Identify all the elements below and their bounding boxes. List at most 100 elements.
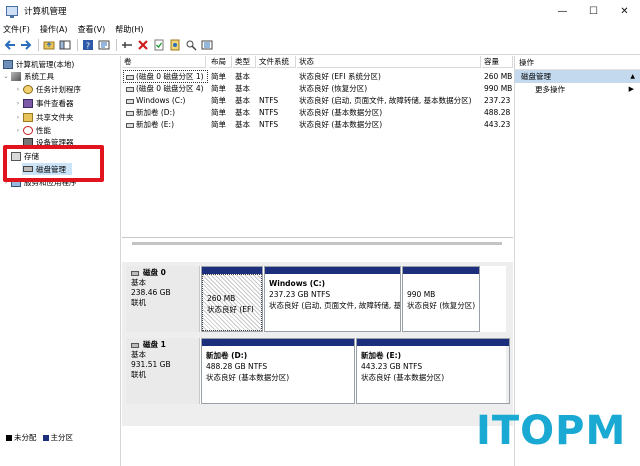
tree-item-root[interactable]: 计算机管理(本地)	[2, 58, 74, 70]
svg-text:?: ?	[86, 42, 90, 51]
volume-icon	[126, 110, 134, 116]
window-title: 计算机管理	[24, 7, 67, 17]
check-icon[interactable]	[152, 38, 166, 52]
table-cell: 状态良好 (基本数据分区)	[299, 108, 383, 117]
toolbar: ?	[0, 36, 640, 55]
performance-icon	[23, 125, 33, 135]
partition-d[interactable]: 新加卷 (D:) 488.28 GB NTFS 状态良好 (基本数据分区)	[201, 338, 355, 404]
delete-icon[interactable]	[136, 38, 150, 52]
disk-1-label[interactable]: 磁盘 1 基本 931.51 GB 联机	[126, 338, 200, 404]
disk-graphical-view: 磁盘 0 基本 238.46 GB 联机 260 MB 状态良好 (EFI Wi…	[122, 262, 513, 426]
table-cell: NTFS	[259, 96, 279, 105]
legend-swatch-primary	[42, 434, 49, 441]
partition-windows-c[interactable]: Windows (C:) 237.23 GB NTFS 状态良好 (启动, 页面…	[264, 266, 401, 332]
clock-icon	[23, 84, 33, 94]
watermark-logo: ITOPM	[476, 408, 627, 454]
table-cell: 基本	[235, 120, 250, 129]
computer-management-icon	[6, 6, 18, 18]
disk-icon	[131, 270, 139, 276]
horizontal-scrollbar[interactable]	[132, 242, 502, 245]
table-cell: 简单	[211, 96, 226, 105]
highlight-box	[3, 145, 104, 182]
menu-view[interactable]: 查看(V)	[78, 24, 106, 35]
actions-header: 操作	[515, 56, 640, 70]
partition-efi[interactable]: 260 MB 状态良好 (EFI	[201, 266, 263, 332]
table-cell: NTFS	[259, 108, 279, 117]
table-cell	[257, 83, 296, 94]
tree-item-shared-folders[interactable]: › 共享文件夹	[14, 111, 74, 123]
table-cell: 简单	[211, 84, 226, 93]
up-folder-icon[interactable]	[42, 38, 56, 52]
column-header-status[interactable]: 状态	[297, 56, 481, 68]
table-cell: 990 MB	[484, 84, 513, 93]
legend-swatch-unallocated	[6, 434, 12, 441]
volume-icon	[126, 122, 134, 128]
maximize-button[interactable]: ☐	[578, 0, 609, 22]
tools-icon	[11, 71, 21, 81]
tree-item-performance[interactable]: › 性能	[14, 124, 51, 136]
forward-icon[interactable]	[19, 38, 33, 52]
window-controls: — ☐ ✕	[547, 0, 640, 22]
actions-pane: 操作 磁盘管理 ▲ 更多操作 ▶	[514, 56, 640, 466]
expand-arrow-icon[interactable]: ›	[14, 127, 22, 134]
partition-e[interactable]: 新加卷 (E:) 443.23 GB NTFS 状态良好 (基本数据分区)	[356, 338, 510, 404]
table-cell: 简单	[211, 108, 226, 117]
minimize-button[interactable]: —	[547, 0, 578, 22]
more-actions[interactable]: 更多操作 ▶	[515, 83, 640, 96]
table-cell: 状态良好 (EFI 系统分区)	[299, 72, 381, 81]
table-cell: 基本	[235, 108, 250, 117]
volume-table: 卷 布局 类型 文件系统 状态 容量 (磁盘 0 磁盘分区 1) 简单 基本 状…	[122, 56, 513, 245]
volume-icon	[126, 74, 134, 80]
menu-file[interactable]: 文件(F)	[3, 24, 30, 35]
disk-icon	[131, 342, 139, 348]
tree-item-system-tools[interactable]: ⌄ 系统工具	[2, 70, 54, 82]
menu-action[interactable]: 操作(A)	[40, 24, 68, 35]
shared-folder-icon	[23, 112, 33, 122]
tree-item-event-viewer[interactable]: › 事件查看器	[14, 97, 74, 109]
table-cell	[257, 71, 296, 82]
table-cell: 237.23	[484, 96, 511, 105]
disk-icon[interactable]	[168, 38, 182, 52]
table-cell: 状态良好 (启动, 页面文件, 故障转储, 基本数据分区)	[299, 96, 472, 105]
tree-item-task-scheduler[interactable]: › 任务计划程序	[14, 83, 81, 95]
menu-help[interactable]: 帮助(H)	[115, 24, 143, 35]
column-header-layout[interactable]: 布局	[209, 56, 232, 68]
volume-icon	[126, 86, 134, 92]
column-header-type[interactable]: 类型	[233, 56, 256, 68]
table-cell: NTFS	[259, 120, 279, 129]
properties-icon[interactable]	[97, 38, 111, 52]
search-icon[interactable]	[184, 38, 198, 52]
menu-bar: 文件(F) 操作(A) 查看(V) 帮助(H)	[0, 22, 640, 36]
submenu-arrow-icon: ▶	[628, 85, 634, 93]
disk-0-label[interactable]: 磁盘 0 基本 238.46 GB 联机	[126, 266, 200, 332]
column-header-capacity[interactable]: 容量	[482, 56, 513, 68]
help-icon[interactable]: ?	[81, 38, 95, 52]
close-button[interactable]: ✕	[609, 0, 640, 22]
table-cell: 443.23	[484, 120, 511, 129]
table-cell: 基本	[235, 96, 250, 105]
event-viewer-icon	[23, 98, 33, 108]
legend-primary: 主分区	[50, 433, 74, 442]
collapse-arrow-icon[interactable]: ⌄	[2, 73, 10, 80]
disk-list-icon[interactable]	[200, 38, 214, 52]
volume-icon	[126, 98, 134, 104]
show-tree-icon[interactable]	[58, 38, 72, 52]
table-cell: 简单	[211, 120, 226, 129]
expand-arrow-icon[interactable]: ›	[14, 86, 22, 93]
back-icon[interactable]	[3, 38, 17, 52]
table-cell: 488.28	[484, 108, 511, 117]
column-header-volume[interactable]: 卷	[122, 56, 206, 68]
connect-icon[interactable]	[120, 38, 134, 52]
disk-management-pane: 卷 布局 类型 文件系统 状态 容量 (磁盘 0 磁盘分区 1) 简单 基本 状…	[122, 56, 513, 446]
table-cell: 基本	[235, 84, 250, 93]
table-cell: 状态良好 (基本数据分区)	[299, 120, 383, 129]
collapse-up-icon[interactable]: ▲	[630, 70, 635, 83]
title-bar: 计算机管理 — ☐ ✕	[0, 0, 640, 22]
expand-arrow-icon[interactable]: ›	[14, 100, 22, 107]
expand-arrow-icon[interactable]: ›	[14, 114, 22, 121]
actions-section-disk-management[interactable]: 磁盘管理 ▲	[515, 70, 640, 83]
disk-0-block: 磁盘 0 基本 238.46 GB 联机 260 MB 状态良好 (EFI Wi…	[126, 266, 506, 332]
disk-1-block: 磁盘 1 基本 931.51 GB 联机 新加卷 (D:) 488.28 GB …	[126, 338, 510, 404]
column-header-filesystem[interactable]: 文件系统	[257, 56, 296, 68]
partition-recovery[interactable]: 990 MB 状态良好 (恢复分区)	[402, 266, 480, 332]
